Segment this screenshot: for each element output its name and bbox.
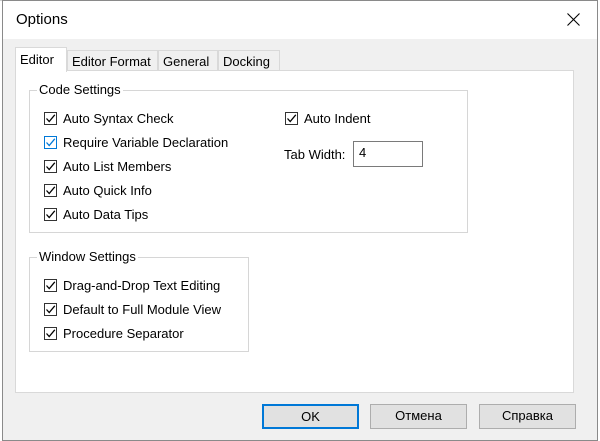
window-settings-group: Window Settings Drag-and-Drop Text Editi…	[29, 249, 249, 352]
tab-general[interactable]: General	[158, 50, 218, 71]
tab-label: Editor Format	[72, 54, 151, 69]
checkbox-label: Default to Full Module View	[63, 302, 222, 317]
tab-width-input[interactable]: 4	[353, 141, 423, 167]
code-settings-group: Code Settings Auto Syntax Check Require …	[29, 82, 468, 233]
checkbox-label: Drag-and-Drop Text Editing	[63, 278, 221, 293]
dialog-title: Options	[16, 11, 68, 28]
ok-button[interactable]: OK	[262, 404, 359, 429]
check-icon	[46, 114, 56, 123]
options-dialog: Options Editor Editor Format General Doc…	[2, 0, 598, 441]
check-icon	[46, 305, 56, 314]
checkbox-box	[44, 112, 57, 125]
close-icon	[567, 13, 580, 26]
cancel-button[interactable]: Отмена	[370, 404, 467, 429]
checkbox-box	[44, 279, 57, 292]
checkbox-box	[44, 160, 57, 173]
tab-editor[interactable]: Editor	[15, 47, 67, 72]
tab-editor-format[interactable]: Editor Format	[67, 50, 158, 71]
checkbox-box	[44, 327, 57, 340]
checkbox-box	[44, 184, 57, 197]
window-settings-label: Window Settings	[37, 249, 138, 264]
tab-label: General	[163, 54, 210, 69]
check-icon	[46, 281, 56, 290]
checkbox-box	[285, 112, 298, 125]
tab-width-label: Tab Width:	[284, 147, 346, 162]
tab-label: Docking	[223, 54, 270, 69]
editor-tab-panel: Code Settings Auto Syntax Check Require …	[15, 70, 574, 393]
checkbox-box	[44, 303, 57, 316]
check-icon	[46, 210, 56, 219]
check-icon	[46, 138, 56, 147]
close-button[interactable]	[551, 1, 597, 39]
tab-docking[interactable]: Docking	[218, 50, 280, 71]
check-icon	[287, 114, 297, 123]
title-bar[interactable]: Options	[3, 1, 597, 39]
help-button[interactable]: Справка	[479, 404, 576, 429]
check-icon	[46, 186, 56, 195]
checkbox-label: Auto Data Tips	[63, 207, 149, 222]
checkbox-label: Auto Syntax Check	[63, 111, 174, 126]
checkbox-box	[44, 136, 57, 149]
check-icon	[46, 162, 56, 171]
checkbox-label: Require Variable Declaration	[63, 135, 229, 150]
tab-label: Editor	[20, 52, 54, 67]
checkbox-label: Auto Indent	[304, 111, 371, 126]
code-settings-label: Code Settings	[37, 82, 123, 97]
check-icon	[46, 329, 56, 338]
checkbox-label: Procedure Separator	[63, 326, 184, 341]
checkbox-label: Auto List Members	[63, 159, 172, 174]
checkbox-label: Auto Quick Info	[63, 183, 152, 198]
checkbox-box	[44, 208, 57, 221]
